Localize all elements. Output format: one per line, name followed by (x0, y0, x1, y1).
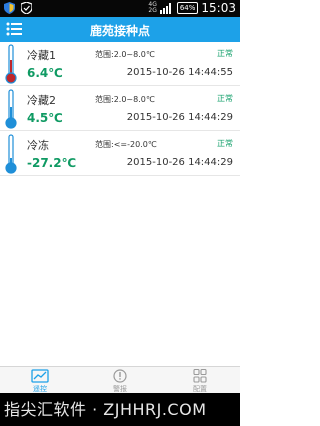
tab-alarm[interactable]: 警报 (80, 367, 160, 394)
alarm-icon (113, 369, 127, 383)
network-indicator: 4G 2G (148, 1, 157, 14)
status-bar-right: 4G 2G 64% 15:03 (148, 1, 236, 15)
update-time: 2015-10-26 14:44:29 (126, 157, 233, 168)
clock: 15:03 (201, 1, 236, 15)
temperature-range: 范围:2.0~8.0℃ (95, 95, 155, 104)
monitor-chart-icon (31, 369, 49, 383)
tab-monitor[interactable]: 遥控 (0, 367, 80, 394)
update-time: 2015-10-26 14:44:55 (126, 67, 233, 78)
update-time: 2015-10-26 14:44:29 (126, 112, 233, 123)
sensor-name: 冷藏1 (27, 49, 56, 62)
tab-config[interactable]: 配置 (160, 367, 240, 394)
notification-shield-icon (21, 2, 32, 14)
sensor-name: 冷藏2 (27, 94, 56, 107)
temperature-value: 6.4℃ (27, 66, 63, 80)
thermometer-red-icon (5, 44, 17, 84)
temperature-range: 范围:<=-20.0℃ (95, 140, 157, 149)
temperature-range: 范围:2.0~8.0℃ (95, 50, 155, 59)
bottom-navigation: 遥控 警报 配置 (0, 366, 240, 393)
sensor-row-fridge-1[interactable]: 冷藏1 6.4℃ 范围:2.0~8.0℃ 正常 2015-10-26 14:44… (0, 42, 240, 86)
status-label: 正常 (217, 139, 233, 148)
sensor-row-freezer[interactable]: 冷冻 -27.2℃ 范围:<=-20.0℃ 正常 2015-10-26 14:4… (0, 132, 240, 176)
temperature-value: -27.2℃ (27, 156, 77, 170)
sensor-row-fridge-2[interactable]: 冷藏2 4.5℃ 范围:2.0~8.0℃ 正常 2015-10-26 14:44… (0, 87, 240, 131)
signal-icon (159, 2, 171, 14)
sensor-name: 冷冻 (27, 139, 49, 152)
status-bar-left-icons (4, 2, 32, 14)
thermometer-blue-icon (5, 134, 17, 174)
thermometer-blue-icon (5, 89, 17, 129)
page-title: 鹿苑接种点 (89, 24, 150, 38)
status-label: 正常 (217, 94, 233, 103)
app-header: 鹿苑接种点 (0, 17, 240, 42)
status-label: 正常 (217, 49, 233, 58)
watermark-banner: 指尖汇软件 · ZJHHRJ.COM (0, 393, 240, 426)
security-shield-icon (4, 2, 15, 14)
battery-indicator: 64% (176, 2, 199, 14)
temperature-value: 4.5℃ (27, 111, 63, 125)
status-bar: 4G 2G 64% 15:03 (0, 0, 240, 17)
grid-config-icon (193, 369, 207, 383)
